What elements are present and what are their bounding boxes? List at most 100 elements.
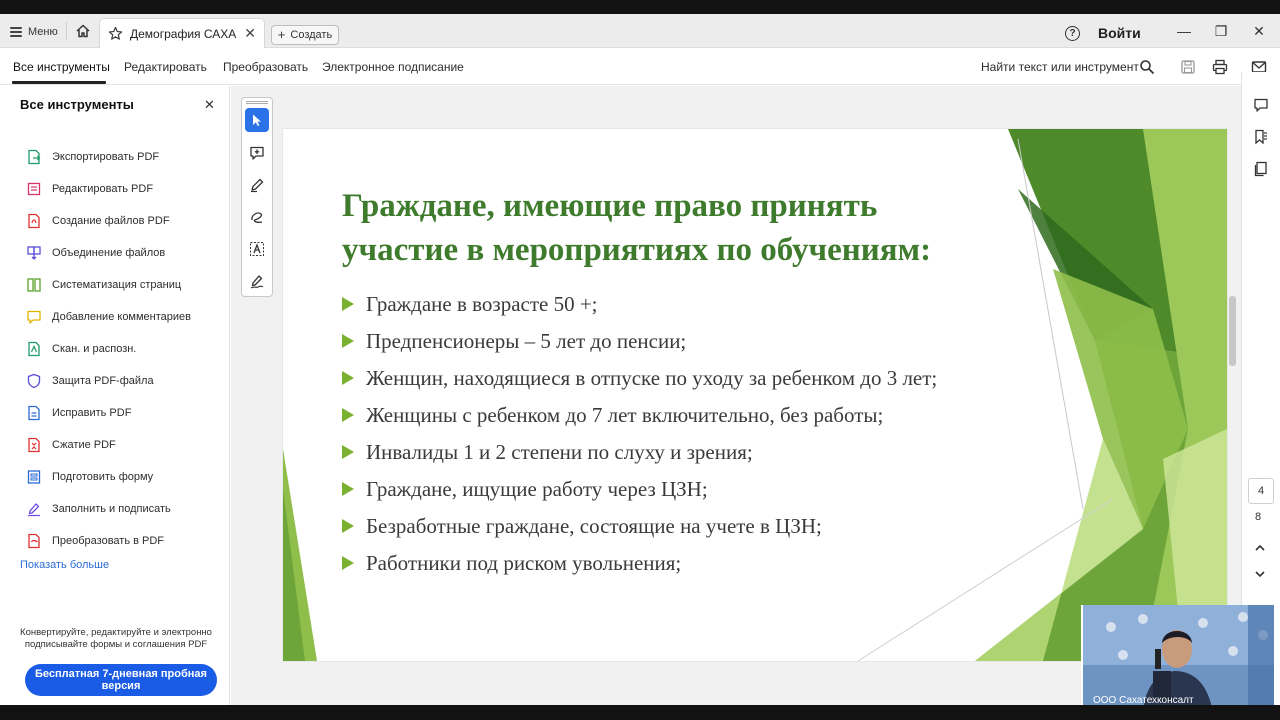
protect-icon [27, 373, 41, 389]
tool-item[interactable]: Сжатие PDF [26, 436, 116, 454]
tool-item[interactable]: Экспортировать PDF [26, 148, 159, 166]
slide-bullet-text: Граждане, ищущие работу через ЦЗН; [366, 476, 708, 501]
document-tab[interactable]: Демография САХА... ✕ [99, 18, 265, 48]
all-tools-panel: Все инструменты ✕ Экспортировать PDF Реда… [0, 86, 230, 705]
scan-icon [28, 341, 40, 357]
search-icon[interactable] [1139, 59, 1155, 75]
current-page-input[interactable]: 4 [1248, 478, 1274, 504]
tool-item-label: Экспортировать PDF [52, 151, 160, 163]
fill-sign-icon [28, 503, 40, 517]
plus-icon: + [277, 27, 286, 42]
toolbar-grip[interactable] [246, 101, 268, 104]
pages-icon[interactable] [1253, 161, 1269, 177]
slide-bullet-text: Женщины с ребенком до 7 лет включительно… [366, 402, 884, 427]
pdf-page: Граждане, имеющие право принять участие … [283, 129, 1227, 661]
menu-bar: Все инструменты Редактировать Преобразов… [0, 49, 1280, 85]
tool-item-label: Добавление комментариев [52, 311, 192, 323]
bookmark-icon[interactable] [1253, 129, 1269, 145]
tool-item-label: Защита PDF-файла [52, 375, 154, 387]
tool-item[interactable]: Исправить PDF [26, 404, 131, 422]
print-icon[interactable] [1212, 59, 1228, 75]
organize-pages-icon [27, 278, 41, 292]
slide-title-line-1: Граждане, имеющие право принять [342, 188, 878, 224]
slide-title: Граждане, имеющие право принять участие … [342, 184, 1022, 272]
select-tool-button[interactable] [245, 108, 269, 132]
tool-item[interactable]: Преобразовать в PDF [26, 532, 164, 550]
right-rail [1241, 72, 1280, 691]
panel-close-icon[interactable]: ✕ [204, 97, 215, 113]
vertical-scrollbar[interactable] [1229, 296, 1236, 366]
bullet-triangle-icon [342, 408, 354, 422]
slide-bullet: Инвалиды 1 и 2 степени по слуху и зрения… [342, 439, 753, 465]
bullet-triangle-icon [342, 371, 354, 385]
sign-tool-button[interactable] [245, 269, 269, 293]
minimize-icon[interactable]: — [1176, 23, 1192, 39]
tool-item-label: Сжатие PDF [52, 439, 116, 451]
tool-item[interactable]: Создание файлов PDF [26, 212, 170, 230]
tab-close-icon[interactable]: ✕ [244, 25, 256, 42]
add-comment-button[interactable] [245, 141, 269, 165]
active-tab-underline [12, 81, 106, 84]
sign-in-button[interactable]: Войти [1098, 25, 1141, 41]
tool-item[interactable]: Редактировать PDF [26, 180, 153, 198]
slide-bullet-text: Работники под риском увольнения; [366, 550, 682, 575]
tab-convert[interactable]: Преобразовать [223, 60, 308, 74]
star-icon[interactable] [108, 26, 123, 41]
tool-item[interactable]: Заполнить и подписать [26, 500, 171, 518]
combine-files-icon [27, 246, 41, 260]
tool-item-label: Преобразовать в PDF [52, 535, 165, 547]
tool-item[interactable]: Объединение файлов [26, 244, 165, 262]
menu-label: Меню [28, 26, 58, 38]
tool-item-label: Заполнить и подписать [52, 503, 171, 515]
slide-bullet: Женщины с ребенком до 7 лет включительно… [342, 402, 883, 428]
highlight-tool-button[interactable] [245, 173, 269, 197]
tool-item-label: Систематизация страниц [52, 279, 182, 291]
tool-item[interactable]: Защита PDF-файла [26, 372, 154, 390]
slide-bullet: Работники под риском увольнения; [342, 550, 681, 576]
slide-bullet-text: Предпенсионеры – 5 лет до пенсии; [366, 328, 687, 353]
window-close-icon[interactable]: ✕ [1251, 23, 1267, 39]
tool-item[interactable]: Систематизация страниц [26, 276, 181, 294]
webcam-overlay: ООО Сахатехконсалт [1081, 605, 1274, 713]
fix-pdf-icon [28, 405, 40, 421]
create-button[interactable]: + Создать [271, 25, 339, 45]
signature-pen-icon [250, 275, 264, 289]
comments-icon[interactable] [1253, 97, 1269, 113]
bullet-triangle-icon [342, 519, 354, 533]
save-icon[interactable] [1180, 59, 1196, 75]
tool-item[interactable]: Скан. и распозн. [26, 340, 136, 358]
convert-pdf-icon [28, 533, 40, 549]
tool-item[interactable]: Подготовить форму [26, 468, 153, 486]
draw-tool-button[interactable] [245, 205, 269, 229]
show-more-link[interactable]: Показать больше [20, 559, 109, 571]
tool-item-label: Скан. и распозн. [52, 343, 137, 355]
tool-item[interactable]: Добавление комментариев [26, 308, 191, 326]
menu-button[interactable]: Меню [10, 23, 58, 41]
slide-bullet-text: Женщин, находящиеся в отпуске по уходу з… [366, 365, 938, 390]
comment-plus-icon [250, 146, 264, 160]
tab-title: Демография САХА... [130, 26, 238, 41]
bullet-triangle-icon [342, 334, 354, 348]
restore-icon[interactable]: ❐ [1213, 23, 1229, 39]
tab-all-tools[interactable]: Все инструменты [13, 60, 110, 74]
quick-tools-toolbar [241, 97, 273, 297]
chevron-down-icon[interactable] [1253, 567, 1267, 581]
chevron-up-icon[interactable] [1253, 541, 1267, 555]
slide-bullet: Безработные граждане, состоящие на учете… [342, 513, 822, 539]
promo-text: Конвертируйте, редактируйте и электронно… [20, 627, 212, 650]
tab-e-sign[interactable]: Электронное подписание [322, 60, 464, 74]
compress-icon [28, 437, 40, 453]
help-icon[interactable]: ? [1065, 26, 1080, 41]
prepare-form-icon [27, 470, 41, 484]
slide-bullet: Граждане, ищущие работу через ЦЗН; [342, 476, 708, 502]
home-icon[interactable] [74, 22, 92, 40]
comment-icon [27, 310, 41, 324]
tab-edit[interactable]: Редактировать [124, 60, 207, 74]
tool-item-label: Исправить PDF [52, 407, 132, 419]
find-text-label[interactable]: Найти текст или инструмент [981, 60, 1139, 74]
bullet-triangle-icon [342, 445, 354, 459]
free-trial-button[interactable]: Бесплатная 7-дневная пробная версия [25, 664, 217, 696]
text-tool-button[interactable] [245, 237, 269, 261]
create-pdf-icon [28, 213, 40, 229]
bullet-triangle-icon [342, 297, 354, 311]
